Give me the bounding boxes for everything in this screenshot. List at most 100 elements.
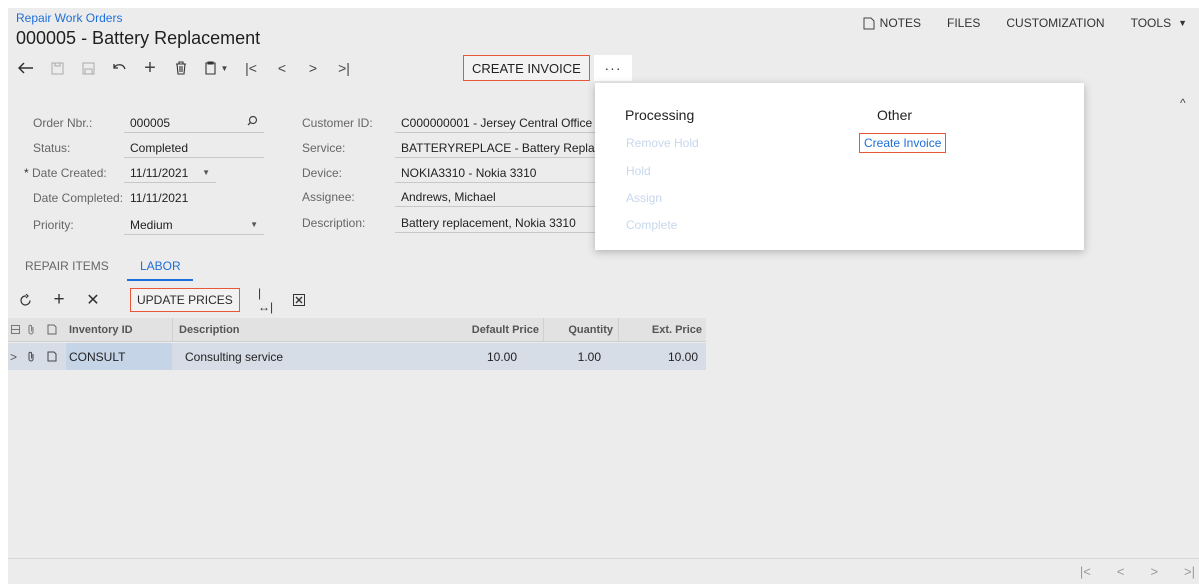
customer-id-value: C000000001 - Jersey Central Office [401, 116, 593, 130]
notes-link[interactable]: NOTES [863, 16, 921, 30]
menu-section-processing: Processing [625, 107, 695, 123]
calendar-dropdown-icon[interactable]: ▼ [202, 168, 210, 177]
customer-id-field[interactable]: C000000001 - Jersey Central Office [395, 113, 595, 133]
files-link[interactable]: FILES [947, 16, 980, 30]
date-created-label-text: Date Created: [32, 166, 107, 180]
save-close-icon[interactable] [45, 57, 69, 79]
device-label: Device: [302, 166, 343, 180]
more-actions-menu: Processing Remove Hold Hold Assign Compl… [595, 83, 1084, 250]
page-title: 000005 - Battery Replacement [16, 28, 261, 48]
service-field[interactable]: BATTERYREPLACE - Battery Replac [395, 138, 595, 158]
next-page-icon[interactable]: > [1150, 564, 1158, 579]
excel-export-icon[interactable] [290, 290, 308, 310]
date-created-field[interactable]: 11/11/2021 ▼ [124, 163, 216, 183]
last-record-icon[interactable]: >| [332, 57, 356, 79]
notes-label: NOTES [879, 16, 922, 30]
table-row[interactable]: > CONSULT Consulting service 10.00 1.00 … [8, 343, 706, 370]
update-prices-button[interactable]: UPDATE PRICES [130, 288, 240, 312]
tools-menu[interactable]: TOOLS ▼ [1131, 16, 1187, 30]
first-record-icon[interactable]: |< [239, 57, 263, 79]
more-actions-button[interactable]: ··· [594, 55, 632, 81]
refresh-icon[interactable] [16, 290, 34, 310]
date-created-value: 11/11/2021 [130, 166, 189, 180]
device-field[interactable]: NOKIA3310 - Nokia 3310 [395, 163, 595, 183]
menu-item-complete[interactable]: Complete [626, 218, 677, 232]
assignee-field[interactable]: Andrews, Michael [395, 187, 595, 207]
row-attachment-icon[interactable] [27, 343, 39, 370]
caret-down-icon: ▼ [220, 63, 229, 73]
status-value: Completed [130, 141, 189, 155]
chevron-down-icon: ▼ [250, 220, 258, 229]
pager: |< < > >| [1080, 564, 1195, 579]
customer-id-label: Customer ID: [302, 116, 373, 130]
tab-repair-items[interactable]: REPAIR ITEMS [25, 259, 109, 273]
menu-item-assign[interactable]: Assign [626, 191, 662, 205]
cell-inventory-id[interactable]: CONSULT [66, 343, 172, 370]
top-links: NOTES FILES CUSTOMIZATION TOOLS ▼ [837, 16, 1187, 30]
tab-labor[interactable]: LABOR [140, 259, 181, 273]
cell-quantity[interactable]: 1.00 [528, 343, 601, 370]
required-marker: * [24, 166, 33, 180]
breadcrumb[interactable]: Repair Work Orders [16, 11, 122, 25]
order-nbr-field[interactable]: 000005 [124, 113, 264, 133]
date-created-label: * Date Created: [24, 166, 107, 180]
delete-icon[interactable] [169, 57, 193, 79]
row-note-icon[interactable] [47, 343, 59, 370]
cell-description[interactable]: Consulting service [185, 343, 425, 370]
col-header-default-price[interactable]: Default Price [428, 318, 539, 341]
last-page-icon[interactable]: >| [1184, 564, 1195, 579]
active-tab-indicator [127, 279, 193, 281]
order-nbr-label: Order Nbr.: [33, 116, 93, 130]
menu-item-remove-hold[interactable]: Remove Hold [626, 136, 699, 150]
service-value: BATTERYREPLACE - Battery Replac [401, 141, 595, 155]
copy-paste-icon[interactable]: ▼ [200, 57, 232, 79]
grid-toolbar: + ✕ [16, 289, 118, 311]
description-value: Battery replacement, Nokia 3310 [401, 216, 576, 230]
previous-page-icon[interactable]: < [1117, 564, 1125, 579]
device-value: NOKIA3310 - Nokia 3310 [401, 166, 537, 180]
caret-down-icon: ▼ [1178, 18, 1187, 28]
tools-label: TOOLS [1130, 16, 1172, 30]
create-invoice-button[interactable]: CREATE INVOICE [463, 55, 590, 81]
menu-section-other: Other [877, 107, 913, 123]
previous-record-icon[interactable]: < [270, 57, 294, 79]
status-label: Status: [33, 141, 71, 155]
first-page-icon[interactable]: |< [1080, 564, 1091, 579]
next-record-icon[interactable]: > [301, 57, 325, 79]
fit-columns-icon[interactable]: |↔| [258, 286, 276, 314]
priority-select[interactable]: Medium ▼ [124, 215, 264, 235]
cell-ext-price[interactable]: 10.00 [622, 343, 698, 370]
row-select-header-icon [11, 318, 23, 341]
add-row-icon[interactable]: + [50, 289, 68, 310]
date-completed-label: Date Completed: [33, 191, 124, 205]
status-field: Completed [124, 138, 264, 158]
col-header-description[interactable]: Description [179, 318, 379, 341]
main-toolbar: + ▼ |< < > >| [14, 56, 363, 80]
customization-link[interactable]: CUSTOMIZATION [1006, 16, 1104, 30]
assignee-value: Andrews, Michael [401, 190, 496, 204]
service-label: Service: [302, 141, 346, 155]
description-label: Description: [302, 216, 366, 230]
grid-toolbar-right: |↔| [258, 286, 322, 314]
save-icon[interactable] [76, 57, 100, 79]
note-icon [863, 17, 875, 29]
delete-row-icon[interactable]: ✕ [84, 290, 102, 310]
add-icon[interactable]: + [138, 57, 162, 79]
col-header-quantity[interactable]: Quantity [543, 318, 613, 341]
priority-label: Priority: [33, 218, 74, 232]
column-divider [618, 318, 619, 341]
grid-footer: |< < > >| [8, 558, 1199, 584]
collapse-chevron-icon[interactable]: ^ [1180, 96, 1186, 110]
menu-item-hold[interactable]: Hold [626, 164, 651, 178]
cell-default-price[interactable]: 10.00 [428, 343, 517, 370]
search-icon[interactable] [247, 115, 258, 129]
column-divider [172, 318, 173, 341]
undo-icon[interactable] [107, 57, 131, 79]
row-expand-chevron-icon[interactable]: > [10, 343, 20, 370]
date-completed-field: 11/11/2021 [124, 188, 264, 208]
description-field[interactable]: Battery replacement, Nokia 3310 [395, 213, 595, 233]
back-arrow-icon[interactable] [14, 57, 38, 79]
col-header-inventory-id[interactable]: Inventory ID [69, 318, 169, 341]
col-header-ext-price[interactable]: Ext. Price [622, 318, 702, 341]
menu-item-create-invoice[interactable]: Create Invoice [859, 133, 947, 153]
